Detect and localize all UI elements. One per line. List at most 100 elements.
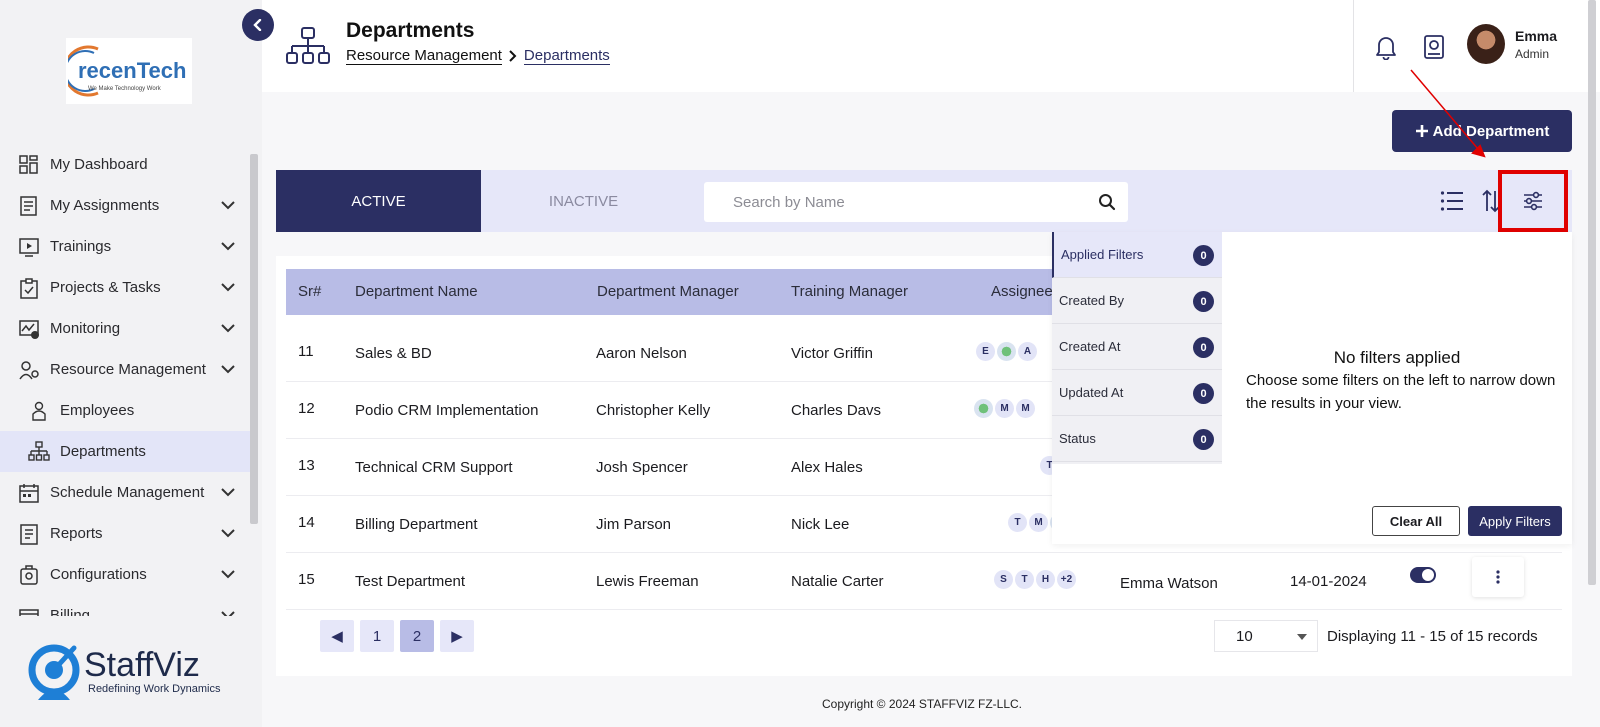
- per-page-select[interactable]: 10: [1214, 620, 1318, 652]
- filter-category-label: Created At: [1059, 339, 1121, 354]
- page-1-button[interactable]: 1: [360, 620, 394, 652]
- cell-department-name: Billing Department: [355, 516, 478, 533]
- sidebar-item-billing[interactable]: Billing: [0, 595, 250, 616]
- sidebar-scrollbar[interactable]: [250, 154, 258, 524]
- sidebar-item-resource-management[interactable]: Resource Management: [0, 349, 250, 390]
- sidebar-item-configurations[interactable]: Configurations: [0, 554, 250, 595]
- assignee-avatar[interactable]: [997, 342, 1016, 361]
- assignee-chip[interactable]: M: [1016, 399, 1035, 418]
- assignee-chip[interactable]: +2: [1057, 570, 1076, 589]
- search-box: [704, 182, 1128, 222]
- assignee-chip[interactable]: M: [1029, 513, 1048, 532]
- sidebar-item-departments[interactable]: Departments: [0, 431, 250, 472]
- add-department-button[interactable]: Add Department: [1392, 110, 1572, 152]
- assignee-chip[interactable]: A: [1018, 342, 1037, 361]
- filter-button[interactable]: [1498, 170, 1568, 232]
- collapse-sidebar-button[interactable]: [242, 9, 274, 41]
- col-sr[interactable]: Sr#: [298, 269, 321, 315]
- filter-category-label: Updated At: [1059, 385, 1124, 400]
- assignee-chip[interactable]: T: [1008, 513, 1027, 532]
- assignee-chips[interactable]: EA: [976, 342, 1037, 361]
- filter-panel: Applied Filters 0 Created By 0 Created At 0 Up…: [1052, 232, 1572, 544]
- avatar[interactable]: [1467, 24, 1505, 64]
- sidebar-nav: My Dashboard My Assignments Trainings Proje…: [0, 144, 250, 616]
- svg-text:Redefining Work Dynamics: Redefining Work Dynamics: [88, 683, 221, 695]
- footer-copyright: Copyright © 2024 STAFFVIZ FZ-LLC.: [821, 697, 1022, 711]
- sidebar-item-my-assignments[interactable]: My Assignments: [0, 185, 250, 226]
- row-actions-button[interactable]: [1472, 557, 1524, 597]
- pagination: ◀ 1 2 ▶: [320, 620, 474, 652]
- sidebar-item-label: Reports: [50, 525, 103, 542]
- assignee-chip[interactable]: S: [994, 570, 1013, 589]
- chevron-down-icon[interactable]: [219, 524, 237, 542]
- breadcrumb-departments[interactable]: Departments: [523, 47, 610, 65]
- chevron-down-icon[interactable]: [219, 196, 237, 214]
- bell-icon[interactable]: [1374, 34, 1398, 60]
- next-page-button[interactable]: ▶: [440, 620, 474, 652]
- col-department-name[interactable]: Department Name: [355, 269, 478, 315]
- filter-category-created-at[interactable]: Created At 0: [1052, 324, 1222, 370]
- sidebar-item-trainings[interactable]: Trainings: [0, 226, 250, 267]
- tab-inactive[interactable]: INACTIVE: [481, 170, 686, 232]
- manual-book-icon[interactable]: [1422, 34, 1446, 60]
- monitoring-icon: [18, 318, 40, 340]
- cell-sr: 12: [298, 400, 315, 417]
- sidebar-item-label: Projects & Tasks: [50, 279, 161, 296]
- chevron-down-icon[interactable]: [219, 237, 237, 255]
- cell-department-manager: Josh Spencer: [596, 459, 688, 476]
- sidebar-item-schedule-management[interactable]: Schedule Management: [0, 472, 250, 513]
- col-department-manager[interactable]: Department Manager: [597, 269, 739, 315]
- assignee-chip[interactable]: E: [976, 342, 995, 361]
- chevron-down-icon[interactable]: [219, 483, 237, 501]
- chevron-down-icon[interactable]: [219, 565, 237, 583]
- search-input[interactable]: [704, 182, 1094, 222]
- apply-filters-button[interactable]: Apply Filters: [1468, 506, 1562, 536]
- assignee-chip[interactable]: T: [1015, 570, 1034, 589]
- svg-text:StaffViz: StaffViz: [84, 646, 200, 684]
- list-view-icon[interactable]: [1440, 190, 1464, 212]
- billing-icon: [18, 605, 40, 616]
- cell-department-manager: Jim Parson: [596, 516, 672, 533]
- status-toggle[interactable]: [1410, 567, 1436, 583]
- trainings-icon: [18, 236, 40, 258]
- calendar-icon: [18, 482, 40, 504]
- sidebar-item-label: Configurations: [50, 566, 147, 583]
- page-2-button[interactable]: 2: [400, 620, 434, 652]
- chevron-down-icon[interactable]: [219, 360, 237, 378]
- filter-count-badge: 0: [1193, 245, 1214, 266]
- tab-bar: ACTIVE INACTIVE: [276, 170, 1572, 232]
- chevron-down-icon[interactable]: [219, 278, 237, 296]
- filter-category-applied-filters[interactable]: Applied Filters 0: [1052, 232, 1222, 278]
- sidebar-item-my-dashboard[interactable]: My Dashboard: [0, 144, 250, 185]
- col-training-manager[interactable]: Training Manager: [791, 269, 908, 315]
- filter-count-badge: 0: [1193, 337, 1214, 358]
- cell-department-name: Sales & BD: [355, 345, 432, 362]
- assignee-avatar[interactable]: [974, 399, 993, 418]
- assignee-chips[interactable]: MM: [974, 399, 1035, 418]
- table-row[interactable]: 15 Test Department Lewis Freeman Natalie Ca…: [286, 553, 1562, 610]
- filter-category-updated-at[interactable]: Updated At 0: [1052, 370, 1222, 416]
- filter-category-created-by[interactable]: Created By 0: [1052, 278, 1222, 324]
- assignee-chip[interactable]: H: [1036, 570, 1055, 589]
- user-name[interactable]: Emma: [1515, 28, 1557, 44]
- prev-page-button[interactable]: ◀: [320, 620, 354, 652]
- cell-department-manager: Christopher Kelly: [596, 402, 711, 419]
- search-icon[interactable]: [1098, 193, 1116, 211]
- filter-category-status[interactable]: Status 0: [1052, 416, 1222, 462]
- chevron-down-icon[interactable]: [219, 319, 237, 337]
- assignee-chip[interactable]: M: [995, 399, 1014, 418]
- breadcrumb-resource-management[interactable]: Resource Management: [346, 47, 502, 65]
- org-chart-icon: [286, 27, 330, 64]
- sidebar-item-projects-tasks[interactable]: Projects & Tasks: [0, 267, 250, 308]
- clear-all-button[interactable]: Clear All: [1372, 506, 1460, 536]
- tab-active[interactable]: ACTIVE: [276, 170, 481, 232]
- sidebar-item-employees[interactable]: Employees: [0, 390, 250, 431]
- assignee-chips[interactable]: S T H +2: [994, 570, 1076, 589]
- sidebar-item-reports[interactable]: Reports: [0, 513, 250, 554]
- cell-department-manager: Lewis Freeman: [596, 573, 699, 590]
- col-assignees[interactable]: Assignees: [991, 269, 1060, 315]
- page-scrollbar[interactable]: [1588, 0, 1596, 585]
- page-title: Departments: [346, 19, 475, 42]
- sidebar-item-monitoring[interactable]: Monitoring: [0, 308, 250, 349]
- chevron-down-icon[interactable]: [219, 606, 237, 616]
